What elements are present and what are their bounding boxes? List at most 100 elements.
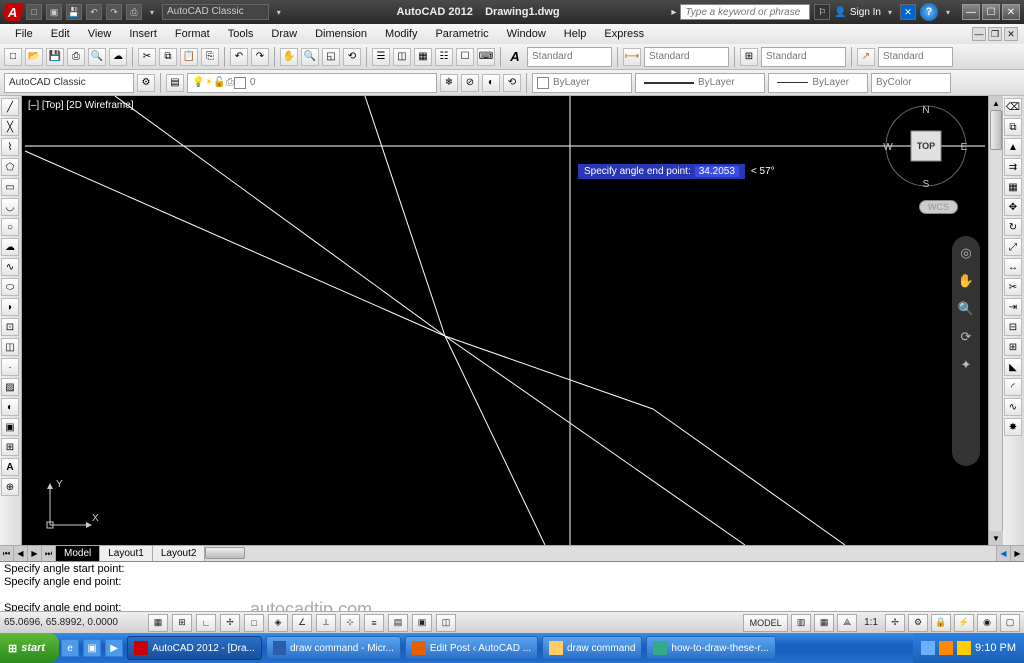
text-style-icon[interactable]: A: [506, 48, 524, 66]
menu-parametric[interactable]: Parametric: [426, 26, 497, 42]
point-tool-icon[interactable]: ·: [1, 358, 19, 376]
menu-modify[interactable]: Modify: [376, 26, 426, 42]
ducs-toggle[interactable]: ⟂: [316, 614, 336, 632]
scroll-right-icon[interactable]: ▶: [1010, 546, 1024, 561]
isolate-icon[interactable]: ◉: [977, 614, 997, 632]
doc-restore-button[interactable]: ❐: [988, 27, 1002, 41]
circle-tool-icon[interactable]: ○: [1, 218, 19, 236]
menu-window[interactable]: Window: [498, 26, 555, 42]
doc-minimize-button[interactable]: —: [972, 27, 986, 41]
tab-next-icon[interactable]: ▶: [28, 546, 42, 561]
tray-icon-2[interactable]: [939, 641, 953, 655]
redo-icon[interactable]: ↷: [251, 48, 269, 66]
scroll-thumb-v[interactable]: [990, 110, 1002, 150]
qat-more-icon[interactable]: ▾: [146, 8, 158, 17]
table-style-icon[interactable]: ⊞: [740, 48, 758, 66]
xline-tool-icon[interactable]: ╳: [1, 118, 19, 136]
ql-media-icon[interactable]: ▶: [105, 639, 123, 657]
mleader-style-dropdown[interactable]: Standard: [878, 47, 953, 67]
toolbar-lock-icon[interactable]: 🔒: [931, 614, 951, 632]
plot-icon[interactable]: ⎙: [67, 48, 85, 66]
open-icon[interactable]: 📂: [25, 48, 43, 66]
explode-icon[interactable]: ✸: [1004, 418, 1022, 436]
tp-icon[interactable]: ▦: [414, 48, 432, 66]
lwt-toggle[interactable]: ≡: [364, 614, 384, 632]
text-style-dropdown[interactable]: Standard: [527, 47, 612, 67]
match-icon[interactable]: ⎘: [201, 48, 219, 66]
snap-toggle[interactable]: ▦: [148, 614, 168, 632]
osnap-toggle[interactable]: □: [244, 614, 264, 632]
arc-tool-icon[interactable]: ◡: [1, 198, 19, 216]
mirror-icon[interactable]: ▲: [1004, 138, 1022, 156]
workspace-dropdown[interactable]: AutoCAD Classic: [162, 4, 269, 20]
zoom-nav-icon[interactable]: 🔍: [955, 298, 977, 320]
model-button[interactable]: MODEL: [743, 614, 788, 632]
layer-iso-icon[interactable]: ◐: [482, 74, 500, 92]
markup-icon[interactable]: ☐: [456, 48, 474, 66]
polygon-tool-icon[interactable]: ⬠: [1, 158, 19, 176]
coordinate-readout[interactable]: 65.0696, 65.8992, 0.0000: [4, 617, 144, 628]
ortho-toggle[interactable]: ∟: [196, 614, 216, 632]
hatch-tool-icon[interactable]: ▨: [1, 378, 19, 396]
scroll-up-icon[interactable]: ▲: [989, 96, 1003, 110]
dyn-toggle[interactable]: ⊹: [340, 614, 360, 632]
trim-icon[interactable]: ✂: [1004, 278, 1022, 296]
menu-help[interactable]: Help: [555, 26, 596, 42]
otrack-toggle[interactable]: ∠: [292, 614, 312, 632]
make-block-icon[interactable]: ◫: [1, 338, 19, 356]
cut-icon[interactable]: ✂: [138, 48, 156, 66]
vertical-scrollbar[interactable]: ▲ ▼: [988, 96, 1002, 545]
close-button[interactable]: ✕: [1002, 4, 1020, 20]
new-icon[interactable]: □: [4, 48, 22, 66]
offset-icon[interactable]: ⇉: [1004, 158, 1022, 176]
qv-layouts-icon[interactable]: ▥: [791, 614, 811, 632]
qat-redo-icon[interactable]: ↷: [106, 4, 122, 20]
anno-vis-icon[interactable]: ✢: [885, 614, 905, 632]
anno-scale-icon[interactable]: ⟁: [837, 614, 857, 632]
tpy-toggle[interactable]: ▤: [388, 614, 408, 632]
menu-draw[interactable]: Draw: [262, 26, 306, 42]
array-icon[interactable]: ▦: [1004, 178, 1022, 196]
props-icon[interactable]: ☰: [372, 48, 390, 66]
viewport-label[interactable]: [–] [Top] [2D Wireframe]: [28, 100, 134, 111]
workspace-chevron-icon[interactable]: ▾: [273, 8, 285, 17]
showmo-nav-icon[interactable]: ✦: [955, 354, 977, 376]
move-icon[interactable]: ✥: [1004, 198, 1022, 216]
menu-tools[interactable]: Tools: [219, 26, 263, 42]
qat-new-icon[interactable]: □: [26, 4, 42, 20]
zoom-win-icon[interactable]: ◱: [322, 48, 340, 66]
layer-prev-icon[interactable]: ⟲: [503, 74, 521, 92]
calc-icon[interactable]: ⌨: [477, 48, 495, 66]
plotstyle-dropdown[interactable]: ByColor: [871, 73, 951, 93]
3dosnap-toggle[interactable]: ◈: [268, 614, 288, 632]
linetype-dropdown[interactable]: ByLayer: [635, 73, 765, 93]
layer-off-icon[interactable]: ⊘: [461, 74, 479, 92]
block-tool-icon[interactable]: ⊡: [1, 318, 19, 336]
stretch-icon[interactable]: ↔: [1004, 258, 1022, 276]
ellipse-arc-tool-icon[interactable]: ◗: [1, 298, 19, 316]
sc-toggle[interactable]: ◫: [436, 614, 456, 632]
rectangle-tool-icon[interactable]: ▭: [1, 178, 19, 196]
pan-icon[interactable]: ✋: [280, 48, 298, 66]
ws-settings-icon[interactable]: ⚙: [137, 74, 155, 92]
mtext-tool-icon[interactable]: A: [1, 458, 19, 476]
tab-last-icon[interactable]: ⏭: [42, 546, 56, 561]
save-icon[interactable]: 💾: [46, 48, 64, 66]
copy-icon[interactable]: ⧉: [159, 48, 177, 66]
tab-layout2[interactable]: Layout2: [153, 546, 206, 561]
search-go-icon[interactable]: ⚐: [814, 4, 830, 20]
paste-icon[interactable]: 📋: [180, 48, 198, 66]
fillet-icon[interactable]: ◜: [1004, 378, 1022, 396]
menu-dimension[interactable]: Dimension: [306, 26, 376, 42]
scale-text[interactable]: 1:1: [860, 617, 882, 628]
chamfer-icon[interactable]: ◣: [1004, 358, 1022, 376]
spline-tool-icon[interactable]: ∿: [1, 258, 19, 276]
tab-model[interactable]: Model: [56, 546, 100, 561]
extend-icon[interactable]: ⇥: [1004, 298, 1022, 316]
rotate-icon[interactable]: ↻: [1004, 218, 1022, 236]
command-window[interactable]: Specify angle start point: Specify angle…: [0, 561, 1024, 611]
pan-nav-icon[interactable]: ✋: [955, 270, 977, 292]
zoom-rt-icon[interactable]: 🔍: [301, 48, 319, 66]
tab-prev-icon[interactable]: ◀: [14, 546, 28, 561]
tab-first-icon[interactable]: ⏮: [0, 546, 14, 561]
